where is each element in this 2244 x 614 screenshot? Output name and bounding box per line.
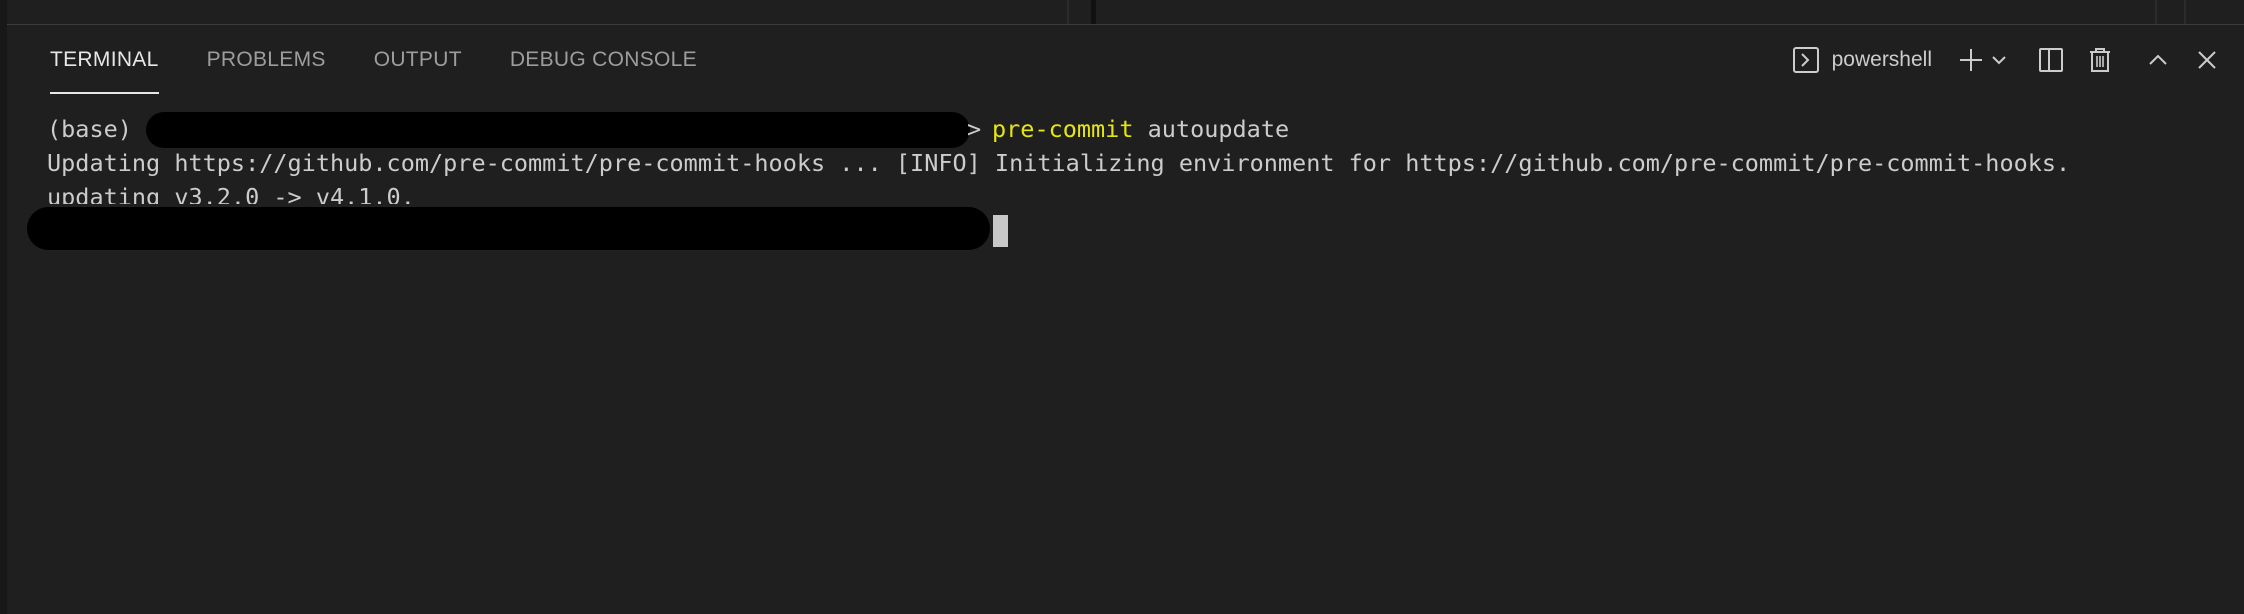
chevron-down-icon[interactable]: [1988, 43, 2010, 77]
panel-header: TERMINAL PROBLEMS OUTPUT DEBUG CONSOLE p…: [7, 25, 2244, 95]
editor-area-remnant: [7, 0, 2244, 25]
output-line: Updating https://github.com/pre-commit/p…: [47, 149, 2071, 177]
tab-output[interactable]: OUTPUT: [374, 25, 462, 95]
prompt-symbol: >: [967, 115, 982, 143]
redacted-prompt: [27, 207, 990, 250]
command-args: autoupdate: [1147, 115, 1290, 143]
editor-divider: [2184, 0, 2186, 24]
tab-terminal[interactable]: TERMINAL: [50, 25, 159, 95]
shell-label: powershell: [1831, 48, 1932, 71]
chevron-up-icon[interactable]: [2141, 43, 2175, 77]
output-line: updating v3.2.0 -> v4.1.0.: [47, 183, 415, 204]
panel-actions: powershell: [1792, 25, 2224, 95]
tab-debug-console[interactable]: DEBUG CONSOLE: [510, 25, 697, 95]
vscode-window: TERMINAL PROBLEMS OUTPUT DEBUG CONSOLE p…: [0, 0, 2244, 614]
editor-divider: [1067, 0, 1069, 24]
terminal-output[interactable]: (base) > pre-commit autoupdate Updating …: [7, 108, 2244, 614]
editor-divider: [2155, 0, 2157, 24]
panel-tabs: TERMINAL PROBLEMS OUTPUT DEBUG CONSOLE: [50, 25, 745, 95]
activity-edge: [0, 0, 7, 614]
close-icon[interactable]: [2190, 43, 2224, 77]
trash-icon[interactable]: [2083, 43, 2117, 77]
command-line: pre-commit autoupdate: [992, 112, 1289, 146]
split-icon[interactable]: [2034, 43, 2068, 77]
terminal-shell-button[interactable]: powershell: [1792, 46, 1932, 74]
command-name: pre-commit: [992, 115, 1134, 143]
editor-scrollbar[interactable]: [1091, 0, 1096, 24]
prompt-prefix: (base): [47, 115, 132, 143]
terminal-cursor: [993, 215, 1008, 247]
terminal-icon: [1792, 46, 1820, 74]
plus-icon[interactable]: [1954, 43, 1988, 77]
tab-problems[interactable]: PROBLEMS: [207, 25, 326, 95]
redacted-path: [146, 112, 970, 148]
